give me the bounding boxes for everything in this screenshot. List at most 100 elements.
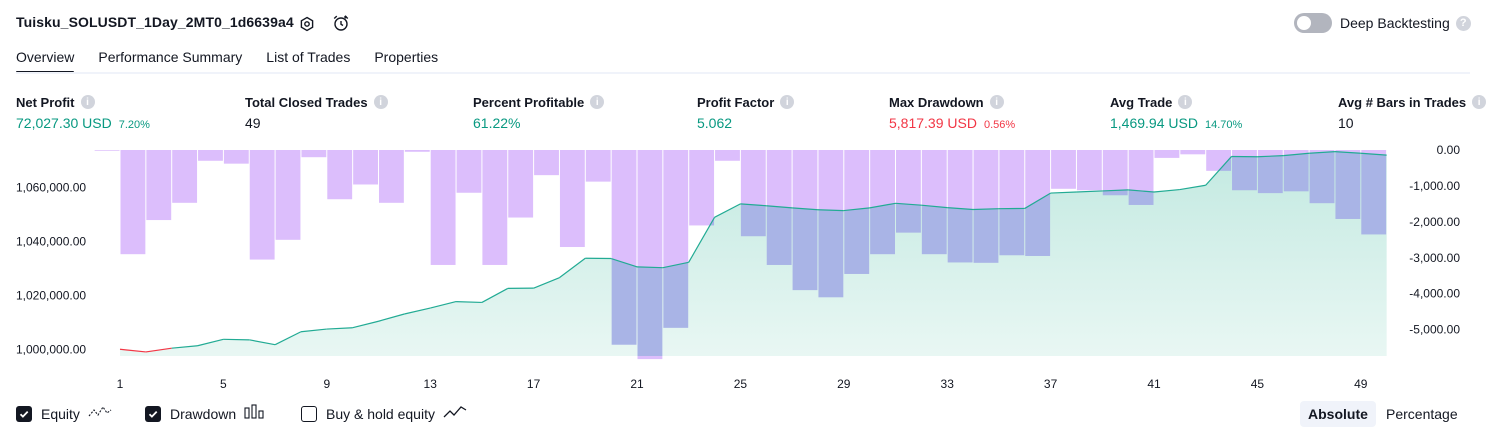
info-icon[interactable]: i — [1472, 95, 1486, 109]
deep-backtesting-label: Deep Backtesting — [1340, 15, 1450, 31]
right-axis-tick: -4,000.00 — [1409, 287, 1460, 301]
tab-list-of-trades[interactable]: List of Trades — [266, 42, 350, 74]
tab-performance-summary[interactable]: Performance Summary — [98, 42, 242, 74]
left-axis-tick: 1,020,000.00 — [16, 288, 86, 302]
equity-line-segment — [817, 209, 844, 212]
info-icon[interactable]: i — [373, 95, 388, 109]
metric-profit-factor: Profit Factor i 5.062 — [697, 94, 795, 131]
drawdown-bar — [689, 150, 715, 226]
drawdown-bar — [1076, 150, 1102, 191]
equity-line-segment — [636, 266, 663, 269]
tabs-divider — [16, 72, 1470, 74]
equity-drawdown-chart[interactable]: 1,060,000.00 1,040,000.00 1,020,000.00 1,00… — [0, 140, 1486, 398]
drawdown-bar — [172, 150, 198, 203]
legend-buy-hold[interactable]: Buy & hold equity — [301, 404, 467, 423]
drawdown-bar — [353, 150, 378, 185]
equity-line-icon — [88, 404, 112, 423]
metric-avg-trade: Avg Trade i 1,469.94 USD 14.70% — [1110, 94, 1243, 132]
drawdown-bar — [508, 150, 534, 218]
left-axis-tick: 1,000,000.00 — [16, 342, 86, 356]
percentage-button[interactable]: Percentage — [1378, 401, 1466, 427]
info-icon[interactable]: i — [780, 95, 795, 109]
legend-drawdown[interactable]: Drawdown — [145, 404, 266, 423]
x-axis-tick: 13 — [424, 377, 438, 391]
equity-checkbox[interactable] — [16, 405, 32, 422]
x-axis-tick: 25 — [734, 377, 748, 391]
drawdown-bar — [1180, 150, 1206, 155]
metric-value: 10 — [1338, 115, 1354, 131]
tab-properties[interactable]: Properties — [374, 42, 438, 74]
drawdown-bar — [585, 150, 611, 182]
drawdown-bar — [94, 150, 120, 151]
strategy-title: Tuisku_SOLUSDT_1Day_2MT0_1d6639a4 — [16, 14, 294, 30]
equity-legend-label: Equity — [41, 405, 80, 422]
info-icon[interactable]: i — [1178, 95, 1193, 109]
metric-percent: 7.20% — [118, 119, 150, 131]
info-icon[interactable]: i — [989, 95, 1004, 109]
drawdown-bar-overlap — [1335, 151, 1361, 219]
equity-line-segment — [973, 208, 999, 211]
drawdown-bar — [404, 150, 430, 152]
drawdown-bar — [379, 150, 404, 203]
metric-label: Net Profit — [16, 94, 75, 110]
x-axis-tick: 5 — [220, 377, 227, 391]
drawdown-bar — [249, 150, 275, 260]
metric-max-drawdown: Max Drawdown i 5,817.39 USD 0.56% — [889, 94, 1016, 132]
buy-hold-checkbox[interactable] — [301, 405, 317, 422]
drawdown-bar — [120, 150, 146, 255]
metric-label: Total Closed Trades — [245, 94, 368, 110]
alarm-clock-icon[interactable] — [331, 13, 351, 33]
right-axis-tick: -1,000.00 — [1409, 179, 1460, 193]
x-axis-tick: 49 — [1354, 377, 1368, 391]
deep-backtesting-control: Deep Backtesting ? — [1294, 13, 1471, 33]
tab-overview[interactable]: Overview — [16, 42, 75, 74]
drawdown-checkbox[interactable] — [145, 405, 161, 422]
metric-label: Profit Factor — [697, 94, 775, 110]
drawdown-bar — [715, 150, 740, 161]
drawdown-bar-overlap — [1361, 151, 1387, 235]
drawdown-bar — [534, 150, 559, 176]
equity-line-segment — [456, 301, 482, 304]
left-axis-tick: 1,060,000.00 — [16, 181, 86, 195]
settings-icon[interactable] — [297, 14, 317, 34]
metric-value: 61.22% — [473, 115, 521, 131]
buy-hold-line-icon — [443, 404, 467, 423]
x-axis-tick: 37 — [1044, 377, 1058, 391]
x-axis-tick: 29 — [837, 377, 851, 391]
left-axis-tick: 1,040,000.00 — [16, 235, 86, 249]
drawdown-bar — [482, 150, 508, 265]
absolute-button[interactable]: Absolute — [1300, 401, 1376, 427]
metric-percent: 14.70% — [1204, 119, 1243, 131]
equity-line-segment — [223, 338, 250, 341]
drawdown-bar — [559, 150, 585, 248]
drawdown-bar — [1102, 150, 1128, 196]
metric-percent: 0.56% — [983, 119, 1016, 131]
metric-net-profit: Net Profit i 72,027.30 USD 7.20% — [16, 94, 150, 132]
x-axis-tick: 45 — [1251, 377, 1265, 391]
x-axis-tick: 41 — [1147, 377, 1161, 391]
legend-equity[interactable]: Equity — [16, 404, 112, 423]
x-axis-tick: 17 — [527, 377, 541, 391]
info-icon[interactable]: i — [590, 95, 605, 109]
drawdown-legend-label: Drawdown — [170, 405, 237, 422]
drawdown-bar — [146, 150, 172, 221]
right-axis-tick: 0.00 — [1437, 143, 1461, 157]
drawdown-bar — [1051, 150, 1076, 189]
drawdown-bar — [430, 150, 456, 265]
help-icon[interactable]: ? — [1455, 15, 1471, 31]
deep-backtesting-toggle[interactable] — [1294, 13, 1332, 33]
metric-label: Percent Profitable — [473, 94, 585, 110]
x-axis-tick: 9 — [323, 377, 330, 391]
drawdown-bar — [1154, 150, 1180, 158]
info-icon[interactable]: i — [80, 95, 95, 109]
drawdown-bar-overlap — [1309, 151, 1335, 204]
metric-value: 49 — [245, 115, 261, 131]
right-axis-tick: -3,000.00 — [1409, 251, 1460, 265]
metric-label: Avg # Bars in Trades — [1338, 94, 1467, 110]
toggle-knob — [1297, 16, 1311, 30]
metric-total-closed-trades: Total Closed Trades i 49 — [245, 94, 388, 131]
right-axis-tick: -5,000.00 — [1409, 323, 1460, 337]
metric-value: 5,817.39 USD — [889, 115, 977, 131]
metric-value: 1,469.94 USD — [1110, 115, 1198, 131]
right-axis-tick: -2,000.00 — [1409, 215, 1460, 229]
